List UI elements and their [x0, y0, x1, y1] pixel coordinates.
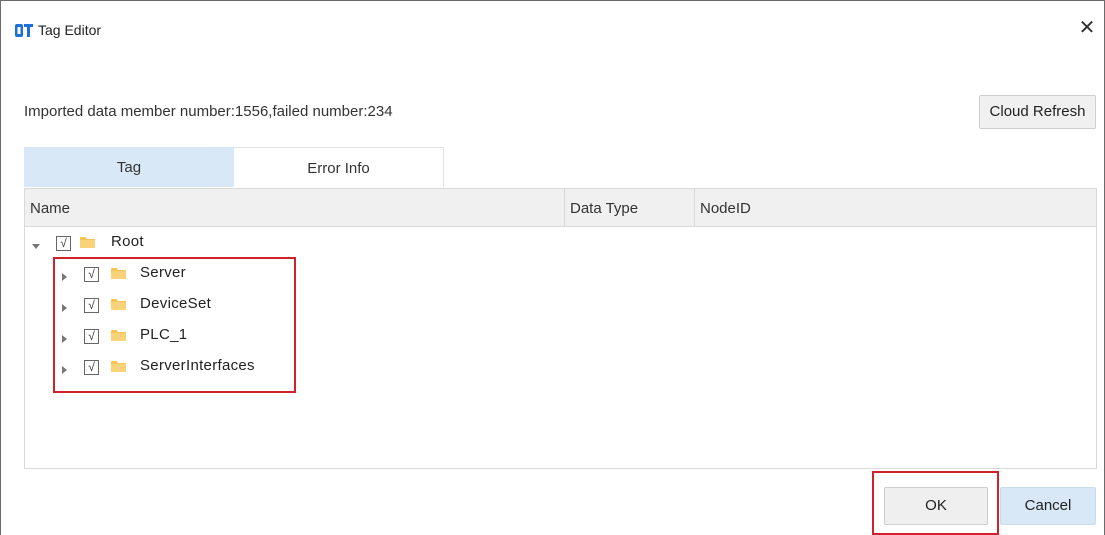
- tree-checkbox[interactable]: √: [56, 236, 71, 251]
- tree-row-serverinterfaces[interactable]: √ ServerInterfaces: [25, 355, 625, 385]
- folder-icon: [80, 237, 95, 248]
- tree-row-label: Server: [140, 264, 186, 281]
- tree-checkbox[interactable]: √: [84, 329, 99, 344]
- tree-row-label: DeviceSet: [140, 295, 212, 312]
- column-header-name[interactable]: Name: [25, 189, 565, 226]
- tree-row-label: ServerInterfaces: [140, 357, 255, 374]
- chevron-right-icon[interactable]: [59, 272, 69, 282]
- import-summary-text: Imported data member number:1556,failed …: [24, 103, 393, 120]
- chevron-right-icon[interactable]: [59, 303, 69, 313]
- tree-row-plc-1[interactable]: √ PLC_1: [25, 324, 625, 354]
- tree-checkbox[interactable]: √: [84, 360, 99, 375]
- tree-checkbox[interactable]: √: [84, 298, 99, 313]
- column-header-nodeid[interactable]: NodeID: [695, 189, 1095, 226]
- tab-error-info[interactable]: Error Info: [234, 147, 444, 187]
- chevron-right-icon[interactable]: [59, 334, 69, 344]
- folder-icon: [111, 330, 126, 341]
- chevron-down-icon[interactable]: [31, 241, 41, 251]
- window-title: Tag Editor: [38, 22, 102, 38]
- tab-tag[interactable]: Tag: [24, 147, 234, 187]
- tag-editor-dialog: Tag Editor ✕ Imported data member number…: [0, 0, 1105, 535]
- cancel-button[interactable]: Cancel: [1000, 487, 1096, 525]
- tree-row-root[interactable]: √ Root: [25, 231, 625, 261]
- folder-icon: [111, 361, 126, 372]
- tree-checkbox[interactable]: √: [84, 267, 99, 282]
- tag-tree-grid: Name Data Type NodeID √ Root √ Server √ …: [24, 188, 1097, 469]
- chevron-right-icon[interactable]: [59, 365, 69, 375]
- dt-logo-icon: [15, 24, 33, 37]
- grid-header: Name Data Type NodeID: [25, 189, 1096, 227]
- cloud-refresh-button[interactable]: Cloud Refresh: [979, 95, 1096, 129]
- column-header-data-type[interactable]: Data Type: [565, 189, 695, 226]
- title-bar: Tag Editor ✕: [1, 1, 1104, 43]
- folder-icon: [111, 299, 126, 310]
- folder-icon: [111, 268, 126, 279]
- tree-row-deviceset[interactable]: √ DeviceSet: [25, 293, 625, 323]
- tree-row-label: PLC_1: [140, 326, 188, 343]
- tree-row-label: Root: [111, 233, 144, 250]
- tree-row-server[interactable]: √ Server: [25, 262, 625, 292]
- close-icon[interactable]: ✕: [1074, 15, 1100, 41]
- ok-button[interactable]: OK: [884, 487, 988, 525]
